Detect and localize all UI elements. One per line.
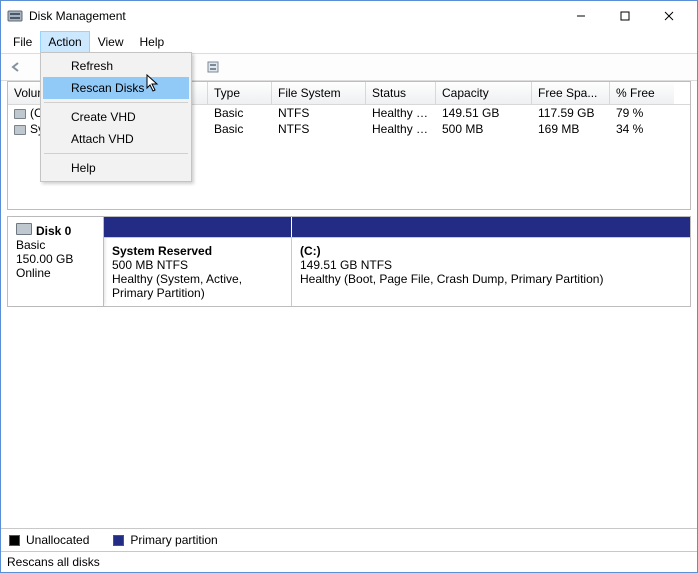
window-controls: [559, 2, 691, 30]
col-pct-free[interactable]: % Free: [610, 82, 674, 104]
window-title: Disk Management: [29, 9, 559, 23]
col-capacity[interactable]: Capacity: [436, 82, 532, 104]
disk-status: Online: [16, 266, 95, 280]
disk-type: Basic: [16, 238, 95, 252]
partition-sub: 500 MB NTFS: [112, 258, 283, 272]
menu-file[interactable]: File: [5, 31, 40, 53]
disk-size: 150.00 GB: [16, 252, 95, 266]
menu-item-help[interactable]: Help: [43, 157, 189, 179]
stripe-seg: [292, 217, 690, 237]
partition[interactable]: (C:) 149.51 GB NTFS Healthy (Boot, Page …: [292, 238, 690, 306]
swatch-primary: [113, 535, 124, 546]
partition-sub: 149.51 GB NTFS: [300, 258, 682, 272]
cell-free: 117.59 GB: [532, 106, 610, 120]
menu-separator: [44, 102, 188, 103]
menu-bar: File Action View Help: [1, 31, 697, 53]
empty-area: [1, 313, 697, 528]
title-bar: Disk Management: [1, 1, 697, 31]
refresh-icon[interactable]: [202, 56, 224, 78]
partitions-pane: System Reserved 500 MB NTFS Healthy (Sys…: [104, 217, 690, 306]
status-text: Rescans all disks: [7, 555, 100, 569]
status-bar: Rescans all disks: [1, 552, 697, 572]
cell-status: Healthy (B...: [366, 106, 436, 120]
col-type[interactable]: Type: [208, 82, 272, 104]
action-dropdown: Refresh Rescan Disks Create VHD Attach V…: [40, 52, 192, 182]
disk-name: Disk 0: [36, 224, 71, 238]
cell-capacity: 149.51 GB: [436, 106, 532, 120]
menu-separator: [44, 153, 188, 154]
disk-icon: [16, 223, 32, 235]
volume-icon: [14, 109, 26, 119]
menu-item-rescan-disks[interactable]: Rescan Disks: [43, 77, 189, 99]
cell-pct: 34 %: [610, 122, 674, 136]
cell-type: Basic: [208, 106, 272, 120]
legend-primary: Primary partition: [130, 533, 217, 547]
volume-icon: [14, 125, 26, 135]
partition-body: System Reserved 500 MB NTFS Healthy (Sys…: [104, 237, 690, 306]
partition-status: Healthy (System, Active, Primary Partiti…: [112, 272, 283, 300]
partition-title: System Reserved: [112, 244, 283, 258]
menu-view[interactable]: View: [90, 31, 132, 53]
app-icon: [7, 8, 23, 24]
cell-pct: 79 %: [610, 106, 674, 120]
partition[interactable]: System Reserved 500 MB NTFS Healthy (Sys…: [104, 238, 292, 306]
menu-item-refresh[interactable]: Refresh: [43, 55, 189, 77]
disk-graphical-view: Disk 0 Basic 150.00 GB Online System Res…: [7, 216, 691, 307]
cell-capacity: 500 MB: [436, 122, 532, 136]
legend-unallocated: Unallocated: [26, 533, 89, 547]
menu-item-create-vhd[interactable]: Create VHD: [43, 106, 189, 128]
partition-stripe: [104, 217, 690, 237]
cell-type: Basic: [208, 122, 272, 136]
swatch-unallocated: [9, 535, 20, 546]
col-filesystem[interactable]: File System: [272, 82, 366, 104]
cell-status: Healthy (S...: [366, 122, 436, 136]
menu-item-attach-vhd[interactable]: Attach VHD: [43, 128, 189, 150]
minimize-button[interactable]: [559, 2, 603, 30]
cell-free: 169 MB: [532, 122, 610, 136]
partition-title: (C:): [300, 244, 682, 258]
maximize-button[interactable]: [603, 2, 647, 30]
legend: Unallocated Primary partition: [1, 528, 697, 552]
col-free-space[interactable]: Free Spa...: [532, 82, 610, 104]
close-button[interactable]: [647, 2, 691, 30]
disk-label-pane[interactable]: Disk 0 Basic 150.00 GB Online: [8, 217, 104, 306]
stripe-seg: [104, 217, 292, 237]
back-button[interactable]: [5, 56, 27, 78]
partition-status: Healthy (Boot, Page File, Crash Dump, Pr…: [300, 272, 682, 286]
col-status[interactable]: Status: [366, 82, 436, 104]
cell-fs: NTFS: [272, 122, 366, 136]
menu-action[interactable]: Action: [40, 31, 89, 53]
menu-help[interactable]: Help: [132, 31, 173, 53]
cell-fs: NTFS: [272, 106, 366, 120]
